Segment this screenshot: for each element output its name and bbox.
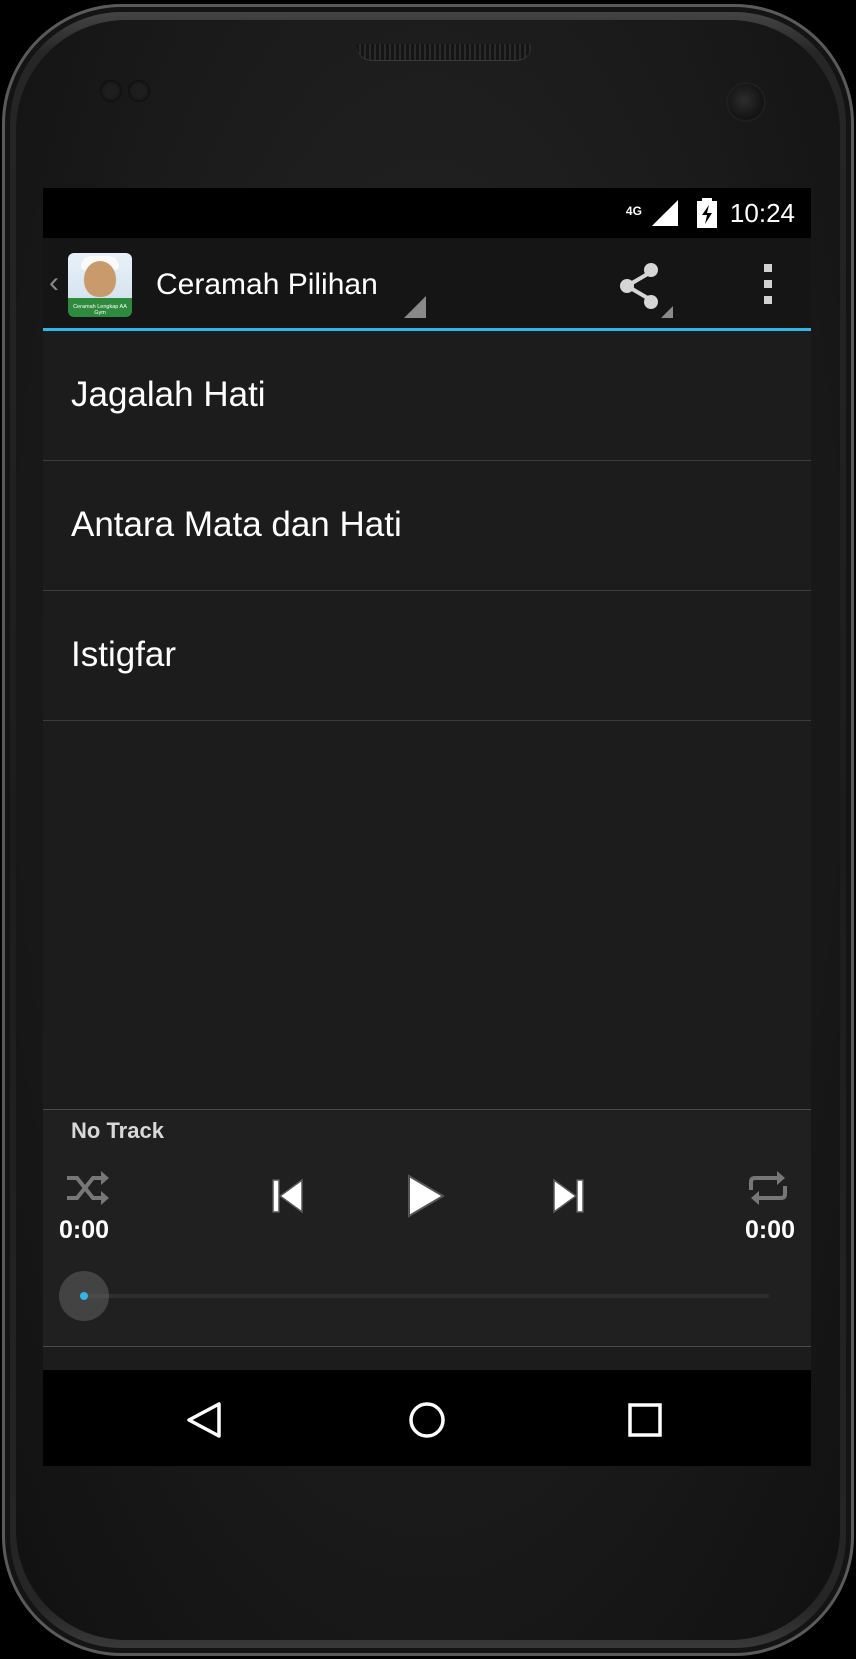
overflow-dot <box>764 296 772 304</box>
seek-bar[interactable] <box>83 1294 769 1298</box>
phone-screen: 4G 10:24 ‹ Ceramah Lengkap AA Gym Cerama… <box>43 188 811 1466</box>
home-button[interactable] <box>405 1398 449 1442</box>
up-caret-icon[interactable]: ‹ <box>49 266 59 300</box>
repeat-button[interactable] <box>743 1168 793 1208</box>
front-camera <box>728 84 764 120</box>
seek-thumb[interactable] <box>59 1271 109 1321</box>
recents-button[interactable] <box>625 1400 665 1440</box>
next-button[interactable] <box>548 1176 588 1216</box>
spinner-corner-icon <box>404 296 426 318</box>
app-icon-face <box>84 261 116 297</box>
signal-icon: 4G <box>626 196 682 230</box>
previous-icon <box>272 1178 303 1214</box>
total-time: 0:00 <box>744 1216 795 1244</box>
list-item-title: Jagalah Hati <box>71 375 266 414</box>
previous-button[interactable] <box>268 1176 308 1216</box>
home-icon <box>409 1402 445 1438</box>
page-title: Ceramah Pilihan <box>156 268 378 301</box>
elapsed-time: 0:00 <box>59 1216 110 1244</box>
light-sensor <box>128 80 150 102</box>
list-item[interactable]: Antara Mata dan Hati <box>43 461 811 591</box>
list-item-title: Istigfar <box>71 635 177 674</box>
title-spinner[interactable]: Ceramah Pilihan <box>156 238 426 328</box>
network-type-label: 4G <box>625 204 642 218</box>
list-item[interactable]: Jagalah Hati <box>43 331 811 461</box>
app-icon-label: Ceramah Lengkap AA Gym <box>73 304 127 316</box>
play-button[interactable] <box>403 1172 447 1220</box>
track-list: Jagalah Hati Antara Mata dan Hati Istigf… <box>43 331 811 721</box>
status-clock: 10:24 <box>729 197 795 228</box>
shuffle-icon <box>67 1171 109 1205</box>
recents-icon <box>628 1403 662 1437</box>
shuffle-button[interactable] <box>63 1168 113 1208</box>
play-icon <box>408 1174 445 1218</box>
back-button[interactable] <box>183 1398 227 1442</box>
overflow-dot <box>764 280 772 288</box>
app-icon[interactable]: Ceramah Lengkap AA Gym <box>68 253 132 317</box>
list-item[interactable]: Istigfar <box>43 591 811 721</box>
next-icon <box>553 1178 584 1214</box>
overflow-menu-icon <box>764 264 772 272</box>
media-player: No Track 0:00 0:00 <box>43 1109 811 1347</box>
share-icon <box>620 263 673 318</box>
repeat-icon <box>749 1171 787 1205</box>
proximity-sensor <box>100 80 122 102</box>
share-button[interactable] <box>613 256 677 318</box>
back-icon <box>187 1402 221 1438</box>
battery-icon <box>696 198 718 228</box>
action-bar: ‹ Ceramah Lengkap AA Gym Ceramah Pilihan <box>43 238 811 331</box>
list-item-title: Antara Mata dan Hati <box>71 505 402 544</box>
status-bar: 4G 10:24 <box>43 188 811 238</box>
now-playing-label: No Track <box>71 1118 164 1143</box>
overflow-menu-button[interactable] <box>743 256 793 316</box>
navigation-bar <box>43 1370 811 1466</box>
earpiece-speaker <box>356 44 532 60</box>
